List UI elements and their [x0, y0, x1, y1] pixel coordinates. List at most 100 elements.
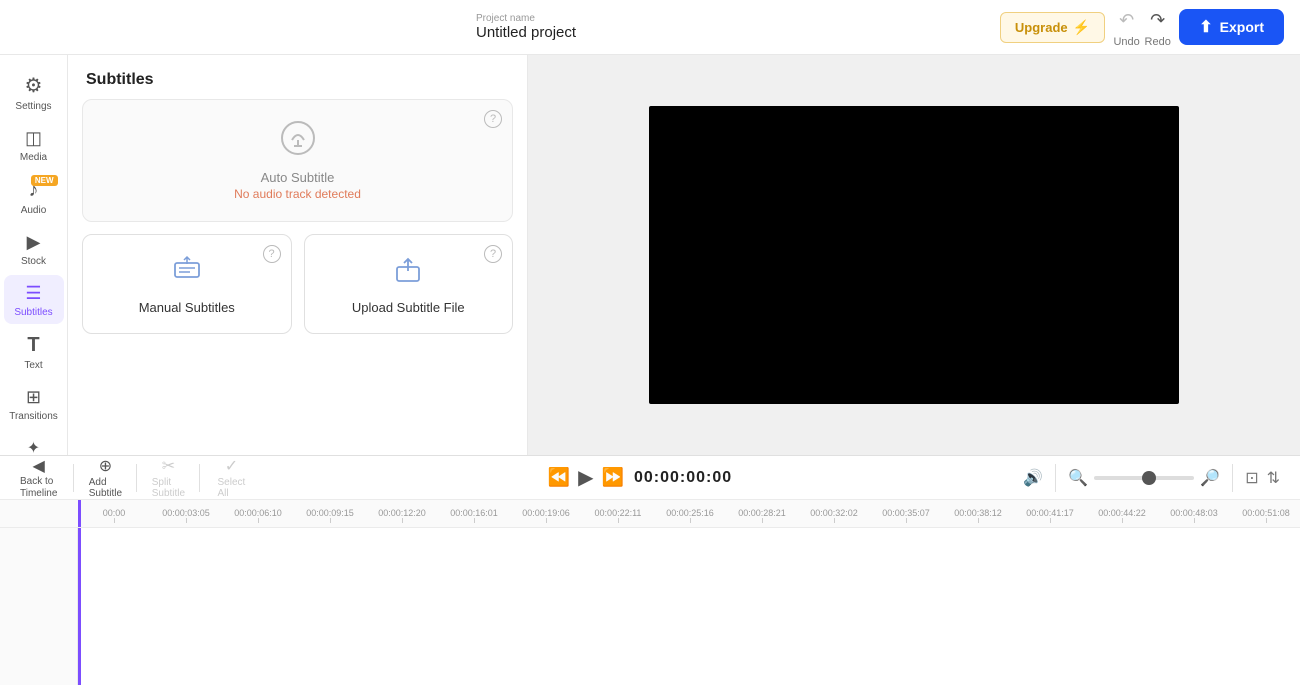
sidebar-item-media[interactable]: ◫ Media [4, 120, 64, 169]
subtitles-panel: Subtitles ? Auto Subtitle No audio track… [68, 55, 528, 455]
auto-subtitle-icon [280, 120, 316, 164]
zoom-slider[interactable] [1094, 476, 1194, 480]
sidebar-label-transitions: Transitions [9, 411, 58, 422]
split-subtitle-label: SplitSubtitle [152, 477, 185, 499]
upload-subtitle-card[interactable]: ? Upload Subtitle File [304, 234, 514, 334]
project-info: Project name Untitled project [16, 13, 988, 41]
split-subtitle-button[interactable]: ✂ SplitSubtitle [143, 452, 193, 503]
ruler-mark: 00:00:22:11 [582, 508, 654, 523]
add-subtitle-button[interactable]: ⊕ AddSubtitle [80, 452, 130, 503]
sidebar-item-audio[interactable]: NEW ♪ Audio [4, 171, 64, 222]
ruler-mark: 00:00:48:03 [1158, 508, 1230, 523]
zoom-thumb [1142, 471, 1156, 485]
elements-icon: ✦ [27, 438, 40, 455]
undo-button[interactable]: ↶ [1113, 6, 1140, 35]
rewind-button[interactable]: ⏪ [548, 467, 570, 488]
auto-subtitle-help-icon[interactable]: ? [484, 110, 502, 128]
upload-subtitle-help-icon[interactable]: ? [484, 245, 502, 263]
timecode-display: 00:00:00:00 [634, 469, 732, 487]
subtitle-options-row: ? Manual Subtitles ? [82, 234, 513, 334]
ruler-mark: 00:00:38:12 [942, 508, 1014, 523]
upload-subtitle-icon [393, 255, 423, 292]
subtitles-panel-body: ? Auto Subtitle No audio track detected … [68, 99, 527, 348]
transitions-icon: ⊞ [26, 387, 41, 408]
back-arrow-icon: ◀ [33, 456, 45, 476]
timeline-ruler: 00:0000:00:03:0500:00:06:1000:00:09:1500… [0, 500, 1300, 528]
ruler-mark: 00:00:12:20 [366, 508, 438, 523]
ruler-mark: 00:00:35:07 [870, 508, 942, 523]
ruler-mark: 00:00:51:08 [1230, 508, 1300, 523]
toolbar-separator-2 [136, 464, 137, 492]
sidebar-label-stock: Stock [21, 256, 46, 267]
subtitles-icon: ☰ [25, 283, 41, 304]
timeline-toolbar: ◀ Back toTimeline ⊕ AddSubtitle ✂ SplitS… [0, 456, 1300, 500]
sidebar-item-transitions[interactable]: ⊞ Transitions [4, 379, 64, 428]
sidebar-item-subtitles[interactable]: ☰ Subtitles [4, 275, 64, 324]
back-label: Back toTimeline [20, 476, 57, 500]
playback-buttons: ⏪ ▶ ⏩ [548, 465, 624, 490]
fast-forward-button[interactable]: ⏩ [602, 467, 624, 488]
toolbar-separator-3 [199, 464, 200, 492]
sidebar-label-text: Text [24, 360, 42, 371]
crop-icon[interactable]: ⊡ [1245, 468, 1258, 488]
auto-subtitle-card: ? Auto Subtitle No audio track detected [82, 99, 513, 222]
video-screen [649, 106, 1179, 404]
playback-controls: ⏪ ▶ ⏩ 00:00:00:00 [258, 465, 1021, 490]
sidebar-item-stock[interactable]: ▶ Stock [4, 224, 64, 273]
timeline-tracks [0, 528, 1300, 685]
bolt-icon: ⚡ [1073, 19, 1090, 36]
project-name: Untitled project [476, 24, 988, 41]
toolbar-separator-4 [1055, 464, 1056, 492]
timeline-right-controls: 🔊 🔍 🔎 ⊡ ⇅ [1023, 464, 1290, 492]
playhead-track [78, 528, 81, 685]
sidebar: ⚙ Settings ◫ Media NEW ♪ Audio ▶ Stock ☰… [0, 55, 68, 455]
sidebar-label-settings: Settings [15, 101, 51, 112]
zoom-in-icon[interactable]: 🔎 [1200, 468, 1220, 488]
sidebar-label-media: Media [20, 152, 47, 163]
redo-label: Redo [1145, 36, 1171, 48]
trim-icon[interactable]: ⇅ [1267, 468, 1280, 488]
volume-icon[interactable]: 🔊 [1023, 468, 1043, 488]
export-label: Export [1220, 19, 1264, 35]
select-all-button[interactable]: ✓ SelectAll [206, 452, 256, 503]
toolbar-separator-1 [73, 464, 74, 492]
sidebar-item-elements[interactable]: ✦ Elements [4, 430, 64, 455]
upgrade-label: Upgrade [1015, 20, 1068, 35]
main-area: ⚙ Settings ◫ Media NEW ♪ Audio ▶ Stock ☰… [0, 55, 1300, 455]
timeline-left-col [0, 528, 78, 685]
ruler-mark: 00:00:03:05 [150, 508, 222, 523]
zoom-out-icon[interactable]: 🔍 [1068, 468, 1088, 488]
topbar-right: Upgrade ⚡ ↶ Undo ↷ Redo ⬆ Export [1000, 6, 1284, 48]
project-name-label: Project name [476, 13, 988, 24]
play-button[interactable]: ▶ [578, 465, 593, 490]
manual-subtitle-help-icon[interactable]: ? [263, 245, 281, 263]
select-all-label: SelectAll [218, 477, 246, 499]
upgrade-button[interactable]: Upgrade ⚡ [1000, 12, 1105, 43]
upload-subtitle-label: Upload Subtitle File [352, 300, 465, 315]
ruler-mark: 00:00:06:10 [222, 508, 294, 523]
sidebar-label-subtitles: Subtitles [14, 307, 52, 318]
ruler-mark: 00:00:44:22 [1086, 508, 1158, 523]
add-subtitle-label: AddSubtitle [89, 477, 122, 499]
auto-subtitle-title: Auto Subtitle [261, 170, 335, 185]
manual-subtitle-icon [172, 255, 202, 292]
sidebar-item-settings[interactable]: ⚙ Settings [4, 65, 64, 118]
add-subtitle-icon: ⊕ [99, 456, 112, 476]
ruler-mark: 00:00:28:21 [726, 508, 798, 523]
redo-wrap: ↷ Redo [1144, 6, 1171, 48]
ruler-mark: 00:00:25:16 [654, 508, 726, 523]
sidebar-item-text[interactable]: T Text [4, 326, 64, 377]
sidebar-label-audio: Audio [21, 205, 47, 216]
manual-subtitles-card[interactable]: ? Manual Subtitles [82, 234, 292, 334]
split-subtitle-icon: ✂ [162, 456, 175, 476]
redo-button[interactable]: ↷ [1144, 6, 1171, 35]
zoom-controls: 🔍 🔎 [1068, 468, 1220, 488]
auto-subtitle-status: No audio track detected [234, 187, 361, 201]
export-button[interactable]: ⬆ Export [1179, 9, 1284, 45]
ruler-mark: 00:00:41:17 [1014, 508, 1086, 523]
select-all-icon: ✓ [225, 456, 238, 476]
back-to-timeline-button[interactable]: ◀ Back toTimeline [10, 452, 67, 504]
media-icon: ◫ [25, 128, 42, 149]
export-icon: ⬆ [1199, 17, 1212, 37]
undo-wrap: ↶ Undo [1113, 6, 1140, 48]
